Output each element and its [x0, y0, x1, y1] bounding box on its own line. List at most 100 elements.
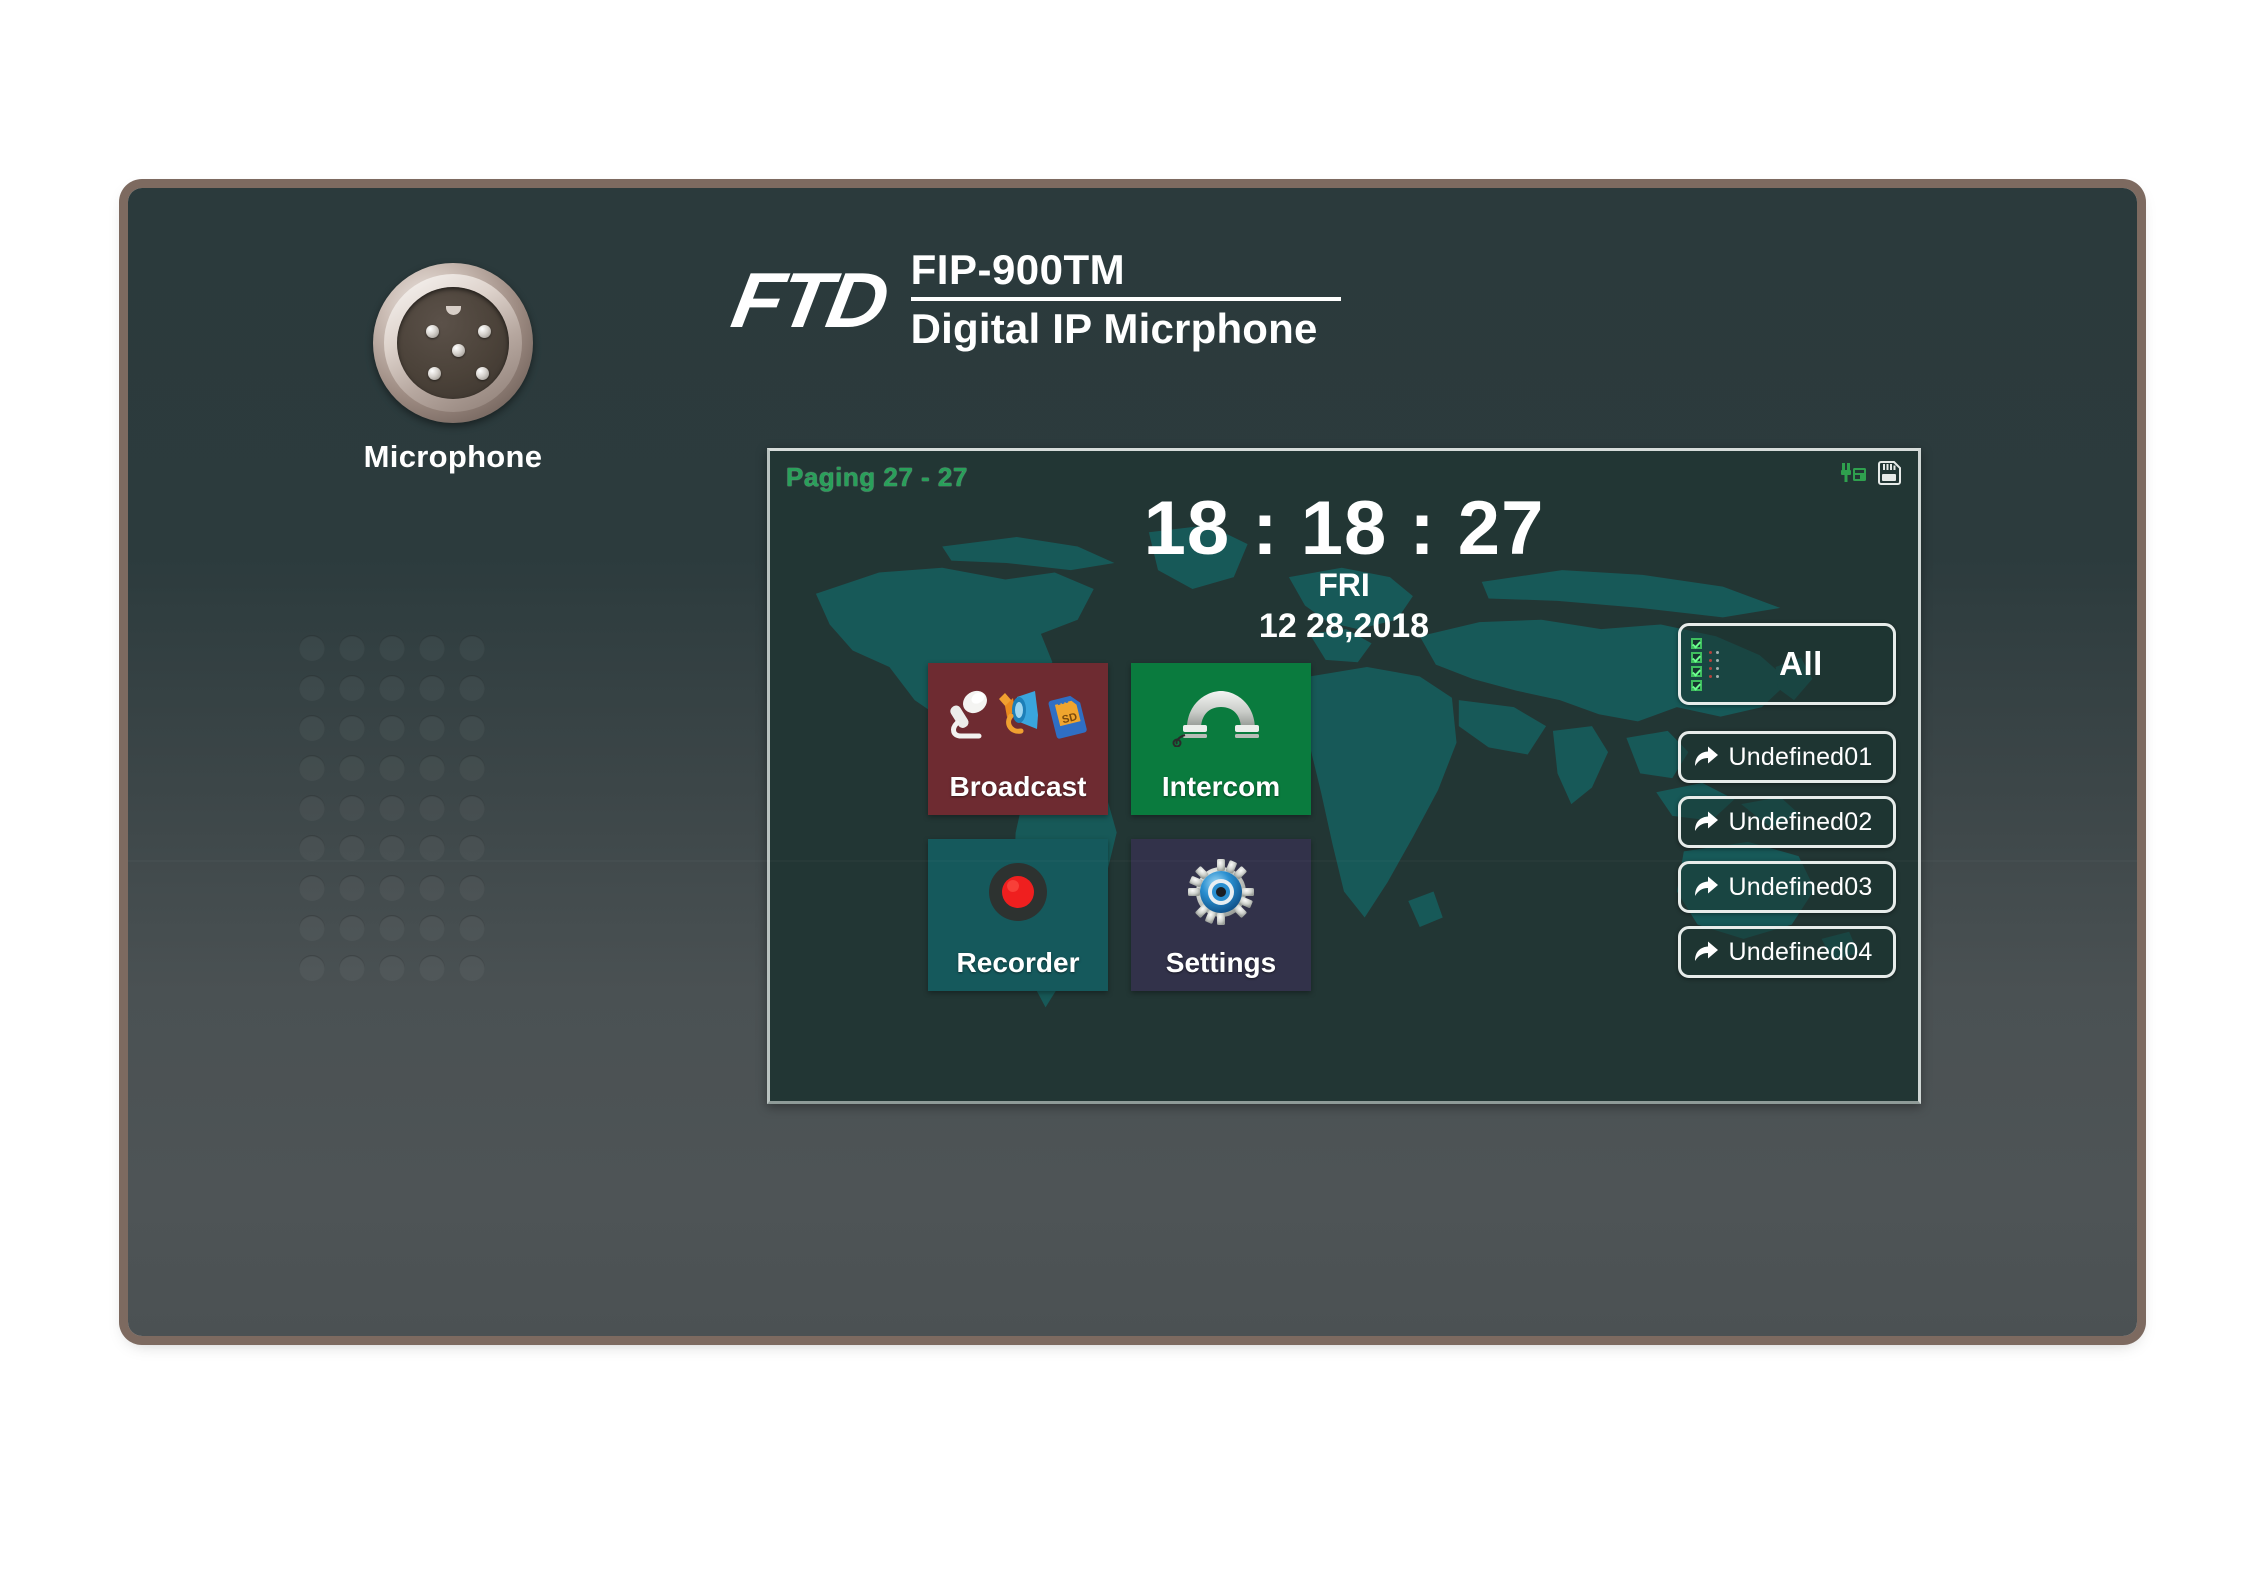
speaker-grille-dot: [299, 715, 325, 741]
zone-button-all-label: All: [1779, 645, 1823, 682]
microphone-icon: [950, 690, 987, 739]
speaker-grille-dot: [459, 915, 485, 941]
record-dot-icon: [989, 863, 1047, 921]
speaker-grille-dot: [459, 835, 485, 861]
speaker-grille-dot: [379, 755, 405, 781]
speaker-grille-dot: [419, 835, 445, 861]
speaker-grille-dot: [379, 715, 405, 741]
xlr-connector[interactable]: [373, 263, 533, 423]
speaker-grille-dot: [339, 795, 365, 821]
speaker-grille-dot: [339, 875, 365, 901]
model-subtitle: Digital IP Micrphone: [910, 305, 1318, 353]
speaker-grille-dot: [299, 875, 325, 901]
speaker-grille-dot: [339, 675, 365, 701]
forward-arrow-icon: [1695, 876, 1718, 896]
speaker-grille-dot: [339, 835, 365, 861]
speaker-grille-dot: [299, 635, 325, 661]
zone-button-undefined02[interactable]: Undefined02: [1678, 796, 1896, 848]
xlr-pin: [478, 325, 491, 338]
zone-button-undefined02-label: Undefined02: [1728, 807, 1873, 836]
speaker-grille-dot: [419, 675, 445, 701]
speaker-grille-dot: [459, 795, 485, 821]
gear-icon: [1188, 859, 1254, 925]
xlr-pin: [426, 325, 439, 338]
tile-settings-label: Settings: [1165, 947, 1277, 978]
zone-button-undefined03[interactable]: Undefined03: [1678, 861, 1896, 913]
sd-card-icon: SD: [1048, 695, 1087, 739]
speaker-grille-dot: [339, 755, 365, 781]
forward-arrow-icon: [1695, 811, 1718, 831]
telephone-handset-icon: [1172, 691, 1259, 747]
speaker-grille-dot: [419, 795, 445, 821]
zone-button-undefined01-label: Undefined01: [1728, 742, 1873, 771]
speaker-grille-dot: [339, 915, 365, 941]
zone-button-undefined04-label: Undefined04: [1728, 937, 1873, 966]
speaker-grille-dot: [419, 915, 445, 941]
speaker-grille-dot: [299, 835, 325, 861]
speaker-grille-dot: [459, 875, 485, 901]
clock-time: 18 : 18 : 27: [1143, 486, 1545, 571]
branding-block: FTD FIP-900TM Digital IP Micrphone: [726, 246, 1341, 353]
settings-icon-group: [1186, 853, 1256, 931]
speaker-grille-dot: [299, 955, 325, 981]
speaker-grille-dot: [339, 635, 365, 661]
speaker-grille-dot: [459, 635, 485, 661]
speaker-grille-dot: [419, 715, 445, 741]
zone-button-undefined01[interactable]: Undefined01: [1678, 731, 1896, 783]
tile-broadcast-label: Broadcast: [949, 771, 1087, 802]
speaker-grille-dot: [299, 675, 325, 701]
recorder-icon-group: [982, 853, 1054, 931]
speaker-grille-dot: [379, 915, 405, 941]
speaker-grille-dot: [299, 755, 325, 781]
model-block: FIP-900TM Digital IP Micrphone: [910, 246, 1341, 353]
lcd-screen[interactable]: Paging 27 - 27 18: 18: 27 FRI 12 28,20…: [767, 448, 1921, 1104]
intercom-icon-group: [1171, 677, 1271, 755]
tile-intercom[interactable]: Intercom: [1131, 663, 1311, 815]
speaker-grille-dot: [419, 875, 445, 901]
ftd-logo: FTD: [725, 255, 893, 344]
tile-recorder[interactable]: Recorder: [928, 839, 1108, 991]
tile-broadcast[interactable]: SD Broadcast: [928, 663, 1108, 815]
xlr-pin: [452, 344, 465, 357]
speaker-grille-dot: [339, 955, 365, 981]
model-divider: [910, 297, 1341, 302]
microphone-label: Microphone: [363, 439, 543, 474]
speaker-grille-dot: [379, 675, 405, 701]
checklist-icon: [1691, 637, 1719, 691]
zone-button-undefined03-label: Undefined03: [1728, 872, 1873, 901]
speaker-grille-dot: [419, 635, 445, 661]
speaker-grille-dot: [459, 755, 485, 781]
speaker-grille-dot: [379, 835, 405, 861]
sd-card-icon: [1878, 461, 1901, 485]
status-icon-tray: [1841, 461, 1902, 485]
zone-button-list: All Undefined01 Undefined02 Undefined03: [1678, 623, 1896, 991]
forward-arrow-icon: [1695, 746, 1718, 766]
tile-settings[interactable]: Settings: [1131, 839, 1311, 991]
speaker-grille-dot: [459, 715, 485, 741]
xlr-pin: [476, 367, 489, 380]
tile-intercom-label: Intercom: [1161, 771, 1281, 802]
speaker-grille-dot: [299, 795, 325, 821]
forward-arrow-icon: [1695, 941, 1718, 961]
xlr-pin: [428, 367, 441, 380]
speaker-grille-dot: [339, 715, 365, 741]
speaker-grille-dot: [379, 875, 405, 901]
speaker-grille-dot: [419, 755, 445, 781]
zone-button-all[interactable]: All: [1678, 623, 1896, 705]
zone-button-undefined04[interactable]: Undefined04: [1678, 926, 1896, 978]
function-tile-grid: SD Broadcast Intercom Recorder Settings: [928, 663, 1311, 991]
clock-weekday: FRI: [1318, 566, 1370, 603]
broadcast-icon-group: SD: [945, 677, 1091, 755]
model-name: FIP-900TM: [910, 246, 1126, 293]
speaker-grille-dot: [379, 795, 405, 821]
device-chassis: Microphone FTD FIP-900TM Digital IP Micr…: [128, 188, 2137, 1336]
speaker-grille-dot: [299, 915, 325, 941]
network-plug-icon: [1841, 463, 1866, 482]
speaker-grille-dot: [459, 955, 485, 981]
speaker-grille-dot: [379, 635, 405, 661]
speaker-horn-icon: [999, 691, 1038, 734]
tile-recorder-label: Recorder: [956, 947, 1080, 978]
xlr-face: [397, 287, 509, 399]
speaker-grille-dot: [419, 955, 445, 981]
microphone-connector-block: Microphone: [298, 263, 608, 475]
